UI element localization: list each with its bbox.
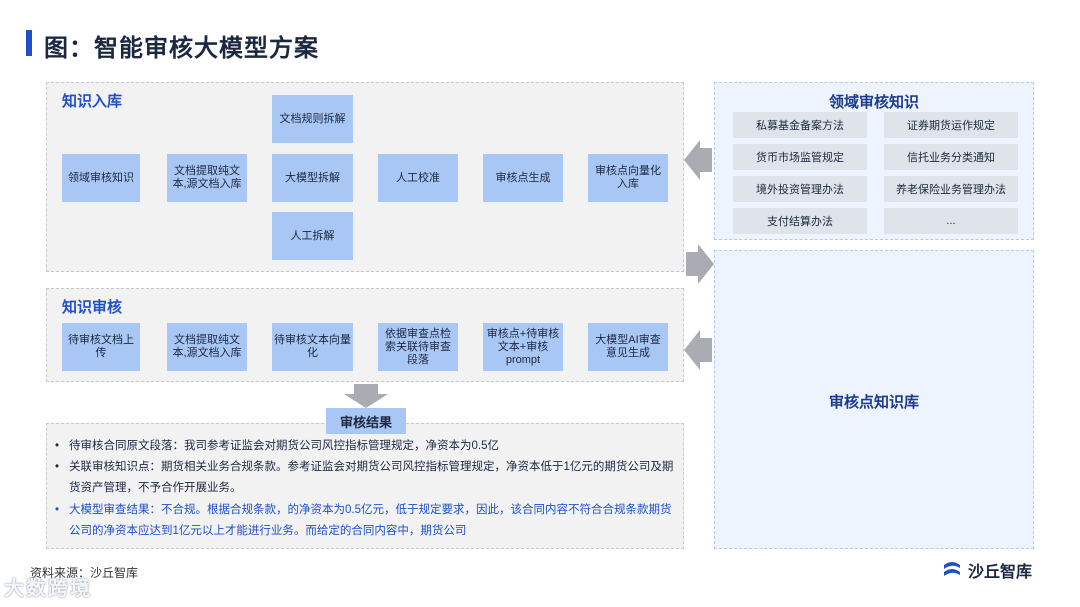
node-manual-split: 人工拆解: [272, 212, 353, 260]
domain-kb-panel: 领域审核知识 私募基金备案方法 证券期货运作规定 货币市场监管规定 信托业务分类…: [714, 82, 1034, 240]
result-item: • 待审核合同原文段落：我司参考证监会对期货公司风控指标管理规定，净资本为0.5亿: [55, 440, 499, 452]
node-extract-text: 文档提取纯文本,源文档入库: [167, 154, 247, 202]
arrow-review-to-results: [344, 384, 388, 408]
brand-name: 沙丘智库: [968, 564, 1033, 581]
results-panel: • 待审核合同原文段落：我司参考证监会对期货公司风控指标管理规定，净资本为0.5亿…: [46, 423, 684, 549]
point-kb-label: 审核点知识库: [828, 394, 919, 411]
brand-logo: 沙丘智库: [942, 558, 1032, 582]
knowledge-review-label: 知识审核: [62, 299, 123, 316]
node-ai-review: 大模型AI审查意见生成: [588, 323, 668, 371]
result-item-highlight: • 大模型审查结果：不合规。根据合规条款，的净资本为0.5亿元，低于规定要求，因此…: [55, 504, 672, 537]
node-manual-check: 人工校准: [378, 154, 458, 202]
kb-item: 货币市场监管规定: [733, 144, 867, 170]
arrow-ingest-to-pointkb: [686, 244, 714, 284]
kb-item: 养老保险业务管理办法: [884, 176, 1018, 202]
results-label: 审核结果: [326, 408, 406, 434]
node-rule-split: 文档规则拆解: [272, 95, 353, 143]
point-kb-panel: 审核点知识库: [714, 250, 1034, 549]
kb-item: 证券期货运作规定: [884, 112, 1018, 138]
node-review-extract: 文档提取纯文本,源文档入库: [167, 323, 247, 371]
node-domain-knowledge: 领域审核知识: [62, 154, 140, 202]
sand-dune-logo-icon: [944, 562, 960, 576]
kb-item: 境外投资管理办法: [733, 176, 867, 202]
node-point-gen: 审核点生成: [483, 154, 563, 202]
node-llm-split: 大模型拆解: [272, 154, 353, 202]
kb-item: 支付结算办法: [733, 208, 867, 234]
arrow-kb-to-ingest: [684, 140, 712, 180]
node-upload: 待审核文档上传: [62, 323, 140, 371]
watermark: 大数跨境: [4, 578, 92, 600]
result-item: • 关联审核知识点：期货相关业务合规条款。参考证监会对期货公司风控指标管理规定，净…: [55, 461, 674, 494]
knowledge-ingest-label: 知识入库: [62, 93, 123, 110]
node-retrieve: 依据审查点检索关联待审查段落: [378, 323, 458, 371]
arrow-pointkb-to-review: [684, 330, 712, 370]
node-prompt: 审核点+待审核文本+审核prompt: [483, 323, 563, 371]
node-vectorize: 待审核文本向量化: [272, 323, 353, 371]
kb-item: 私募基金备案方法: [733, 112, 867, 138]
node-point-vector: 审核点向量化入库: [588, 154, 668, 202]
kb-item: ...: [884, 208, 1018, 234]
kb-item: 信托业务分类通知: [884, 144, 1018, 170]
domain-kb-label: 领域审核知识: [828, 94, 919, 111]
